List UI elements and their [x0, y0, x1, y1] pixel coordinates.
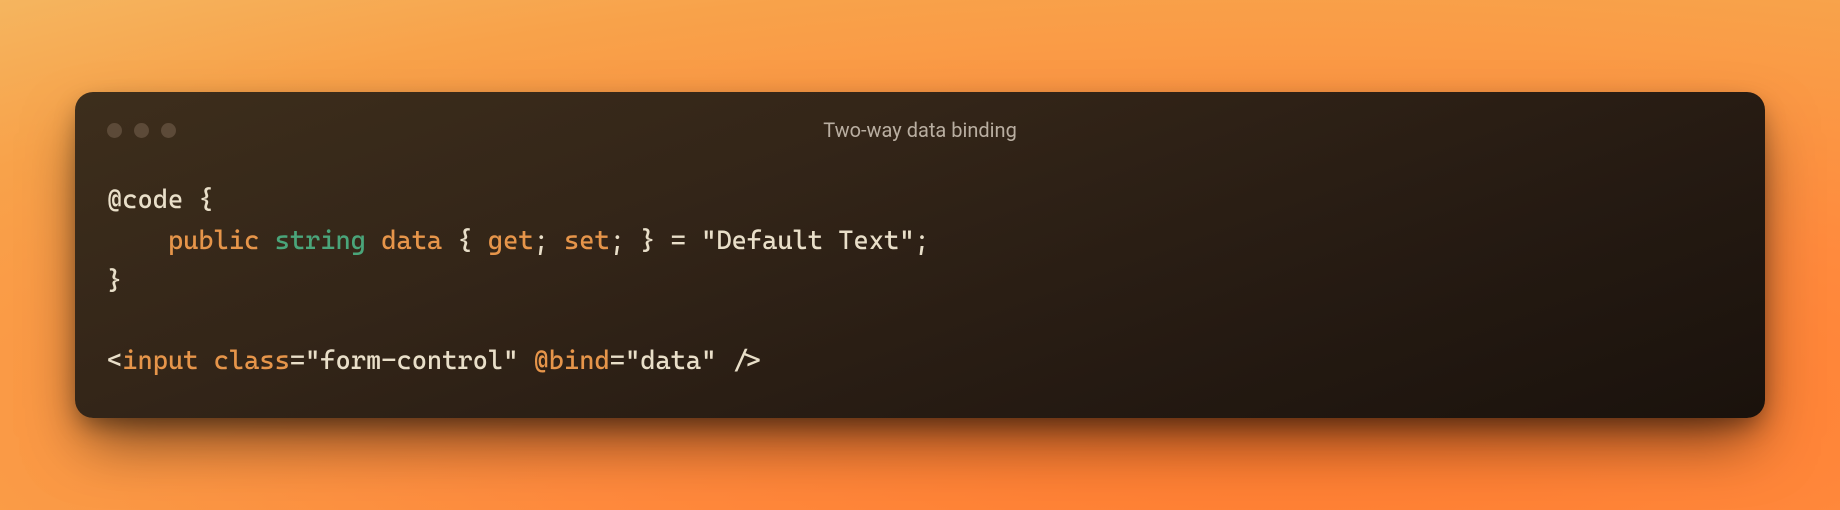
- traffic-lights: [107, 123, 176, 138]
- code-token: ;: [534, 226, 549, 256]
- code-token: [716, 346, 731, 376]
- code-token: />: [732, 346, 762, 376]
- code-token: =: [671, 226, 686, 256]
- code-token: ;: [610, 226, 625, 256]
- code-token: input: [122, 346, 198, 376]
- code-token: "data": [625, 346, 716, 376]
- window-titlebar: Two-way data binding: [107, 116, 1733, 144]
- code-token: [625, 226, 640, 256]
- traffic-light-minimize-icon[interactable]: [134, 123, 149, 138]
- code-token: [198, 346, 213, 376]
- code-token: [442, 226, 457, 256]
- code-token: [366, 226, 381, 256]
- code-token: =: [610, 346, 625, 376]
- code-token: string: [275, 226, 366, 256]
- window-title: Two-way data binding: [107, 118, 1733, 142]
- code-token: set: [564, 226, 610, 256]
- code-token: [473, 226, 488, 256]
- code-token: public: [168, 226, 259, 256]
- code-block: @code { public string data { get; set; }…: [107, 180, 1733, 381]
- code-window: Two-way data binding @code { public stri…: [75, 92, 1765, 417]
- code-token: [518, 346, 533, 376]
- code-token: {: [198, 185, 213, 215]
- code-token: [259, 226, 274, 256]
- code-token: [655, 226, 670, 256]
- code-token: [183, 185, 198, 215]
- traffic-light-close-icon[interactable]: [107, 123, 122, 138]
- code-token: <: [107, 346, 122, 376]
- code-token: [686, 226, 701, 256]
- code-token: }: [640, 226, 655, 256]
- code-token: "Default Text": [701, 226, 914, 256]
- code-token: [549, 226, 564, 256]
- traffic-light-zoom-icon[interactable]: [161, 123, 176, 138]
- code-token: ;: [914, 226, 929, 256]
- code-token: [107, 226, 168, 256]
- code-token: class: [214, 346, 290, 376]
- code-token: {: [457, 226, 472, 256]
- code-token: @: [107, 185, 122, 215]
- code-token: }: [107, 266, 122, 296]
- code-token: =: [290, 346, 305, 376]
- code-token: "form-control": [305, 346, 518, 376]
- code-token: get: [488, 226, 534, 256]
- code-token: @bind: [534, 346, 610, 376]
- code-token: code: [122, 185, 183, 215]
- code-token: data: [381, 226, 442, 256]
